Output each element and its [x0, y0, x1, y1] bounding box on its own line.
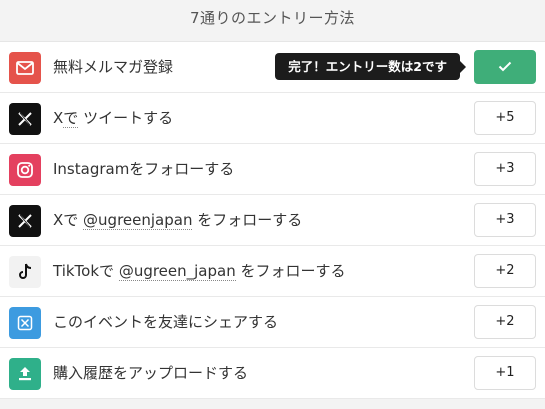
points-button[interactable]: +3 [474, 203, 536, 237]
share-event-icon [9, 307, 41, 339]
entry-label: Instagramをフォローする [53, 160, 235, 178]
label-text: X [53, 109, 64, 127]
points-button[interactable]: +1 [474, 356, 536, 390]
x-logo-icon [9, 103, 41, 135]
x-logo-icon [9, 205, 41, 237]
check-icon [498, 61, 512, 72]
entry-methods-page: 7通りのエントリー方法 無料メルマガ登録 完了！エントリー数は2です Xで ツイ… [0, 0, 545, 409]
points-button[interactable]: +2 [474, 254, 536, 288]
completion-tooltip: 完了！エントリー数は2です [275, 53, 466, 80]
entry-row-x-tweet[interactable]: Xで ツイートする +5 [0, 93, 545, 144]
points-button[interactable]: +3 [474, 152, 536, 186]
entry-label: Xで @ugreenjapan をフォローする [53, 195, 302, 245]
instagram-icon [9, 154, 41, 186]
entry-row-upload[interactable]: 購入履歴をアップロードする +1 [0, 348, 545, 399]
points-button[interactable]: +5 [474, 101, 536, 135]
entry-row-share[interactable]: このイベントを友達にシェアする +2 [0, 297, 545, 348]
completed-check-button[interactable] [474, 50, 536, 84]
entry-method-list: 無料メルマガ登録 完了！エントリー数は2です Xで ツイートする +5 Inst… [0, 41, 545, 399]
label-link[interactable]: で [63, 109, 79, 128]
label-text: Xで [53, 211, 84, 229]
entry-row-x-follow[interactable]: Xで @ugreenjapan をフォローする +3 [0, 195, 545, 246]
entry-row-newsletter[interactable]: 無料メルマガ登録 完了！エントリー数は2です [0, 42, 545, 93]
entry-label: TikTokで @ugreen_japan をフォローする [53, 246, 346, 296]
account-link[interactable]: @ugreenjapan [83, 211, 193, 230]
entry-row-tiktok-follow[interactable]: TikTokで @ugreen_japan をフォローする +2 [0, 246, 545, 297]
tiktok-icon [9, 256, 41, 288]
label-text: TikTokで [53, 262, 119, 280]
label-text: をフォローする [235, 262, 346, 280]
entry-label: このイベントを友達にシェアする [53, 313, 279, 331]
entry-label: 無料メルマガ登録 [53, 58, 174, 76]
account-link[interactable]: @ugreen_japan [118, 262, 236, 281]
label-text: をフォローする [192, 211, 303, 229]
upload-icon [9, 358, 41, 390]
entry-row-instagram[interactable]: Instagramをフォローする +3 [0, 144, 545, 195]
entry-label: 購入履歴をアップロードする [53, 364, 249, 382]
points-button[interactable]: +2 [474, 305, 536, 339]
label-text: ツイートする [78, 109, 174, 127]
entry-label: Xで ツイートする [53, 93, 173, 143]
page-title: 7通りのエントリー方法 [189, 9, 356, 27]
mail-icon [9, 52, 41, 84]
